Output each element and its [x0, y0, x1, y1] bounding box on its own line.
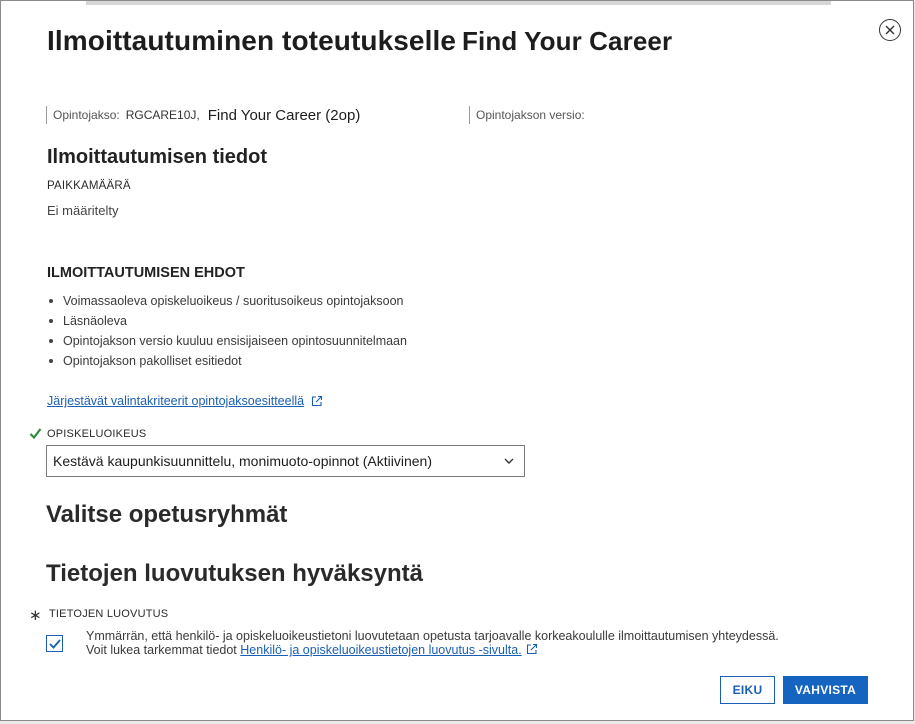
list-item: Läsnäoleva — [47, 311, 407, 331]
dialog-title-course: Find Your Career — [462, 26, 673, 56]
study-right-label: OPISKELUOIKEUS — [47, 428, 147, 440]
conditions-list: Voimassaoleva opiskeluoikeus / suorituso… — [47, 291, 407, 371]
consent-heading: Tietojen luovutuksen hyväksyntä — [46, 560, 424, 587]
dialog-title: Ilmoittautuminen toteutukselle Find Your … — [47, 25, 672, 57]
enrollment-dialog: Ilmoittautuminen toteutukselle Find Your … — [0, 0, 914, 721]
close-button[interactable] — [879, 19, 901, 41]
list-item: Opintojakson versio kuuluu ensisijaiseen… — [47, 331, 407, 351]
course-info: Opintojakso: RGCARE10J, Find Your Career… — [46, 106, 360, 124]
consent-text-prefix: Voit lukea tarkemmat tiedot — [86, 643, 237, 657]
criteria-link[interactable]: Järjestävät valintakriteerit opintojakso… — [47, 394, 323, 408]
course-code: RGCARE10J, — [125, 108, 200, 122]
seats-label: PAIKKAMÄÄRÄ — [47, 180, 131, 192]
required-mark: ∗ — [29, 607, 42, 624]
seats-value: Ei määritelty — [47, 203, 119, 218]
groups-heading: Valitse opetusryhmät — [46, 501, 288, 528]
list-item: Opintojakson pakolliset esitiedot — [47, 351, 407, 371]
enrollment-info-heading: Ilmoittautumisen tiedot — [47, 146, 267, 168]
data-transfer-link[interactable]: Henkilö- ja opiskeluoikeustietojen luovu… — [240, 643, 521, 657]
confirm-button[interactable]: VAHVISTA — [783, 676, 868, 704]
course-name: Find Your Career (2op) — [207, 106, 361, 124]
consent-label: TIETOJEN LUOVUTUS — [49, 608, 169, 620]
external-link-icon — [312, 395, 323, 407]
criteria-link-text: Järjestävät valintakriteerit opintojakso… — [47, 394, 305, 408]
course-label: Opintojakso: — [53, 108, 120, 122]
consent-checkbox[interactable] — [46, 635, 63, 652]
study-right-selected: Kestävä kaupunkisuunnittelu, monimuoto-o… — [53, 453, 432, 469]
external-link-icon — [526, 643, 537, 655]
consent-text: Ymmärrän, että henkilö- ja opiskeluoikeu… — [86, 629, 779, 657]
consent-text-line2: Voit lukea tarkemmat tiedot Henkilö- ja … — [86, 643, 779, 657]
valid-check-icon — [29, 428, 42, 440]
list-item: Voimassaoleva opiskeluoikeus / suorituso… — [47, 291, 407, 311]
course-version: Opintojakson versio: — [469, 106, 585, 124]
close-icon — [885, 25, 895, 35]
conditions-heading: ILMOITTAUTUMISEN EHDOT — [47, 265, 245, 281]
consent-text-line1: Ymmärrän, että henkilö- ja opiskeluoikeu… — [86, 629, 779, 643]
study-right-select[interactable]: Kestävä kaupunkisuunnittelu, monimuoto-o… — [46, 445, 525, 477]
chevron-down-icon — [504, 458, 514, 464]
cancel-button[interactable]: EIKU — [720, 676, 775, 704]
version-label: Opintojakson versio: — [476, 108, 585, 122]
dialog-title-text: Ilmoittautuminen toteutukselle — [47, 25, 457, 56]
checkmark-icon — [48, 638, 61, 649]
backdrop-strip — [86, 1, 831, 5]
